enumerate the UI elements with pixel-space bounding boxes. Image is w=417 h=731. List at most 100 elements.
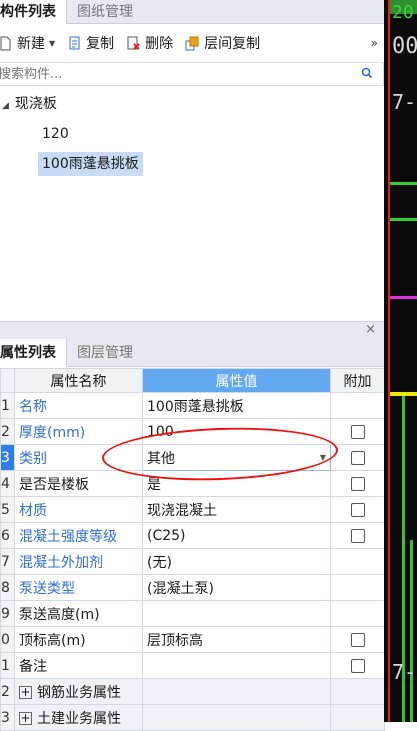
search-icon[interactable] (361, 67, 373, 79)
attribute-name: 材质 (14, 496, 143, 523)
row-index: 3 (0, 704, 15, 731)
attribute-value[interactable] (142, 652, 331, 679)
extra-checkbox[interactable] (350, 476, 365, 491)
attribute-value-header[interactable]: 属性值 (142, 368, 331, 393)
delete-label: 删除 (145, 36, 174, 52)
attribute-value[interactable]: 是 (142, 470, 331, 497)
property-tabs: 属性列表 图层管理 (0, 339, 384, 367)
row-index: 8 (0, 574, 15, 601)
cad-red-axis (388, 0, 390, 722)
toolbar-overflow-icon[interactable]: » (371, 36, 378, 50)
property-table: 属性名称 属性值 附加 1 名称 100雨蓬悬挑板 2 厚度(mm) 100 3… (0, 368, 385, 731)
tab-property-list[interactable]: 属性列表 (0, 339, 67, 367)
extra-cell (330, 704, 385, 731)
attribute-value[interactable]: 100 (142, 418, 331, 445)
tree-leaf-120[interactable]: 120 (42, 122, 69, 146)
extra-header[interactable]: 附加 (330, 368, 385, 393)
attribute-name-header[interactable]: 属性名称 (14, 368, 143, 393)
table-row[interactable]: 2 厚度(mm) 100 (0, 418, 385, 445)
attribute-name: 类别 (14, 444, 143, 471)
expand-plus-icon[interactable]: + (19, 686, 32, 699)
attribute-value[interactable] (142, 600, 331, 627)
extra-cell (330, 574, 385, 601)
extra-cell (330, 600, 385, 627)
cad-label: 20 (392, 2, 414, 23)
copy-button[interactable]: 复制 (67, 33, 114, 53)
tree-node-label: 现浇板 (14, 96, 57, 112)
cad-line (390, 182, 417, 185)
tab-drawing-management[interactable]: 图纸管理 (67, 0, 143, 24)
index-header (0, 368, 15, 393)
copy-icon (67, 36, 82, 51)
row-index: 7 (0, 548, 15, 575)
attribute-value[interactable]: (无) (142, 548, 331, 575)
table-row[interactable]: 4 是否是楼板 是 (0, 470, 385, 497)
table-row[interactable]: 5 材质 现浇混凝土 (0, 496, 385, 523)
table-row[interactable]: 8 泵送类型 (混凝土泵) (0, 574, 385, 601)
row-index: 9 (0, 600, 15, 627)
table-row[interactable]: 9 泵送高度(m) (0, 600, 385, 627)
floor-copy-button[interactable]: 层间复制 (185, 33, 260, 53)
extra-cell (330, 392, 385, 419)
attribute-value[interactable]: 100雨蓬悬挑板 (142, 392, 331, 419)
floor-copy-icon (185, 36, 200, 51)
tab-layer-management[interactable]: 图层管理 (67, 339, 143, 367)
extra-checkbox[interactable] (350, 658, 365, 673)
attribute-value (142, 704, 331, 731)
delete-button[interactable]: 删除 (126, 33, 173, 53)
table-row[interactable]: 1 备注 (0, 652, 385, 679)
attribute-value[interactable]: (C25) (142, 522, 331, 549)
attribute-name: 泵送类型 (14, 574, 143, 601)
cad-line (390, 218, 417, 221)
cad-label: 7-E (392, 660, 417, 684)
attribute-value[interactable]: 层顶标高 (142, 626, 331, 653)
expand-plus-icon[interactable]: + (19, 712, 32, 725)
extra-cell (330, 626, 385, 653)
attribute-name: 混凝土强度等级 (14, 522, 143, 549)
extra-cell (330, 470, 385, 497)
component-panel: 构件列表 图纸管理 新建 ▼ 复制 删除 层间复制 » 搜索构件... ◢ 现浇… (0, 0, 385, 731)
tab-component-list[interactable]: 构件列表 (0, 0, 67, 24)
table-group-row[interactable]: 3 + 土建业务属性 (0, 704, 385, 731)
floor-copy-label: 层间复制 (204, 36, 261, 52)
category-value: 其他 (147, 450, 175, 467)
table-row[interactable]: 0 顶标高(m) 层顶标高 (0, 626, 385, 653)
row-index: 2 (0, 678, 15, 705)
attribute-value[interactable]: 现浇混凝土 (142, 496, 331, 523)
chevron-down-icon: ▼ (49, 38, 56, 48)
row-index: 1 (0, 652, 15, 679)
extra-checkbox[interactable] (350, 502, 365, 517)
tree-node-cast-slab[interactable]: ◢ 现浇板 (2, 92, 57, 116)
close-icon[interactable]: × (365, 322, 376, 337)
group-label: 钢筋业务属性 (37, 684, 121, 701)
attribute-name: 名称 (14, 392, 143, 419)
new-file-icon (0, 36, 13, 51)
attribute-name: 是否是楼板 (14, 470, 143, 497)
table-row[interactable]: 7 混凝土外加剂 (无) (0, 548, 385, 575)
table-row-selected[interactable]: 3 类别 其他 ▼ (0, 444, 385, 471)
category-select[interactable]: 其他 ▼ (142, 444, 331, 471)
extra-cell (330, 678, 385, 705)
attribute-name: 泵送高度(m) (14, 600, 143, 627)
search-input[interactable] (0, 63, 338, 85)
table-group-row[interactable]: 2 + 钢筋业务属性 (0, 678, 385, 705)
extra-checkbox[interactable] (350, 632, 365, 647)
extra-cell (330, 522, 385, 549)
group-rebar-attributes[interactable]: + 钢筋业务属性 (14, 678, 143, 705)
table-row[interactable]: 6 混凝土强度等级 (C25) (0, 522, 385, 549)
attribute-name: 顶标高(m) (14, 626, 143, 653)
component-toolbar: 新建 ▼ 复制 删除 层间复制 (0, 28, 384, 58)
attribute-value[interactable]: (混凝土泵) (142, 574, 331, 601)
new-button[interactable]: 新建 ▼ (0, 33, 55, 53)
collapse-arrow-icon[interactable]: ◢ (2, 101, 9, 111)
row-index: 6 (0, 522, 15, 549)
table-row[interactable]: 1 名称 100雨蓬悬挑板 (0, 392, 385, 419)
extra-checkbox[interactable] (350, 424, 365, 439)
extra-checkbox[interactable] (350, 450, 365, 465)
new-label: 新建 (17, 36, 45, 52)
component-search (0, 62, 384, 86)
extra-checkbox[interactable] (350, 528, 365, 543)
group-civil-attributes[interactable]: + 土建业务属性 (14, 704, 143, 731)
tree-leaf-canopy-slab[interactable]: 100雨蓬悬挑板 (38, 152, 143, 176)
chevron-down-icon[interactable]: ▼ (320, 453, 326, 462)
